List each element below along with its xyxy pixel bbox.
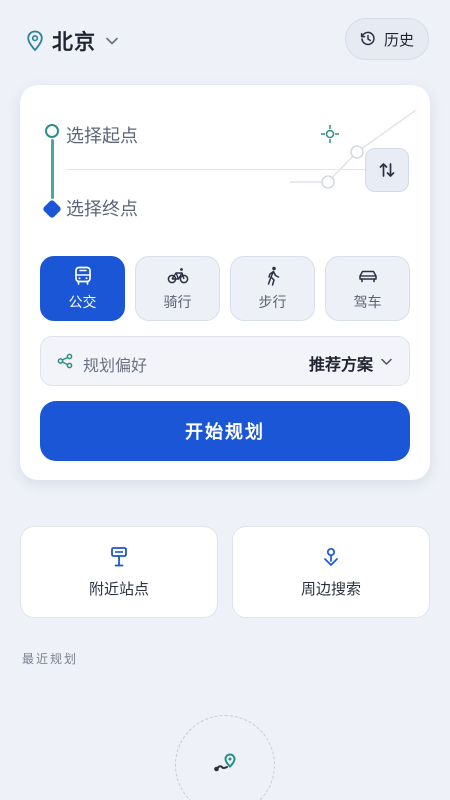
location-pin-icon [27, 30, 43, 52]
route-preference-selector[interactable]: 规划偏好 推荐方案 [40, 336, 410, 386]
mode-label: 公交 [68, 295, 97, 311]
route-connector-line [51, 139, 54, 199]
nearby-stations-button[interactable]: 附近站点 [20, 526, 218, 618]
preference-value: 推荐方案 [308, 355, 373, 374]
swap-arrows-icon [379, 163, 395, 177]
history-label: 历史 [383, 30, 414, 49]
swap-locations-button[interactable] [365, 148, 409, 192]
header: 北京 历史 [0, 0, 450, 80]
mode-car[interactable]: 驾车 [325, 256, 410, 321]
bus-stop-icon [111, 546, 127, 566]
car-icon [358, 270, 377, 283]
input-divider [66, 169, 366, 170]
history-button[interactable]: 历史 [345, 18, 429, 60]
chevron-down-icon [381, 358, 392, 365]
recent-plans-title: 最近规划 [22, 652, 79, 666]
mode-label: 驾车 [353, 295, 382, 311]
preference-label: 规划偏好 [83, 356, 148, 375]
destination-marker-icon [42, 199, 62, 219]
share-nodes-icon [57, 353, 73, 369]
shortcut-label: 周边搜索 [300, 579, 361, 598]
origin-marker-icon [45, 124, 59, 138]
nearby-pin-icon [324, 547, 338, 566]
mode-label: 步行 [258, 295, 287, 311]
bicycle-icon [167, 268, 188, 284]
bus-icon [74, 266, 91, 285]
shortcut-label: 附近站点 [88, 579, 149, 598]
app-root: 北京 历史 选择起点 选择终点 公交 骑行 步行 驾车 规划偏好 推荐方案 开始… [0, 0, 450, 800]
nearby-search-button[interactable]: 周边搜索 [232, 526, 430, 618]
chevron-down-icon [106, 37, 118, 45]
route-path-icon [214, 753, 236, 772]
city-name: 北京 [52, 30, 96, 54]
city-selector[interactable]: 北京 [26, 26, 118, 56]
mode-walk[interactable]: 步行 [230, 256, 315, 321]
start-planning-button[interactable]: 开始规划 [40, 401, 410, 461]
origin-input[interactable]: 选择起点 [66, 122, 138, 148]
mode-bicycle[interactable]: 骑行 [135, 256, 220, 321]
mode-label: 骑行 [163, 295, 192, 311]
history-clock-icon [360, 31, 375, 46]
destination-input[interactable]: 选择终点 [66, 195, 138, 221]
route-planner-card: 选择起点 选择终点 公交 骑行 步行 驾车 规划偏好 推荐方案 开始规划 [20, 85, 430, 480]
crosshair-icon [321, 125, 339, 143]
walk-icon [267, 266, 279, 286]
mode-bus[interactable]: 公交 [40, 256, 125, 321]
travel-mode-selector: 公交 骑行 步行 驾车 [40, 256, 410, 321]
empty-state-placeholder [175, 715, 275, 800]
